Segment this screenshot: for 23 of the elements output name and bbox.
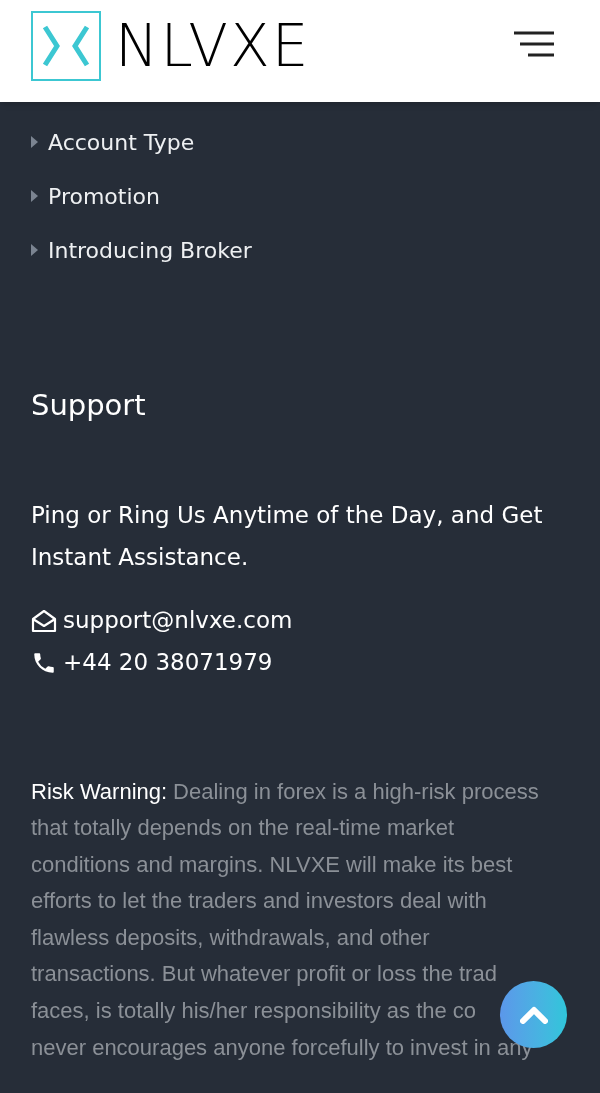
risk-warning-text: that totally depends on the real-time market (31, 814, 455, 843)
risk-warning-text: faces, is totally his/her responsibility as the co (31, 997, 477, 1026)
risk-warning-label: Risk Warning: (31, 777, 168, 806)
footer-link[interactable]: Promotion (48, 179, 160, 213)
menu-icon[interactable] (514, 31, 556, 57)
caret-icon (31, 190, 38, 202)
risk-warning-text: conditions and margins. NLVXE will make its best (31, 850, 513, 879)
chevron-up-icon (519, 1005, 548, 1024)
envelope-icon (31, 608, 57, 633)
risk-warning-text: transactions. But whatever profit or loss the trad (31, 960, 497, 989)
email-link[interactable]: support@nlvxe.com (63, 603, 293, 638)
section-title: Support (31, 387, 147, 424)
footer-link[interactable]: Introducing Broker (48, 233, 252, 267)
risk-warning-text: efforts to let the traders and investors deal with (31, 887, 487, 916)
phone-link[interactable]: +44 20 38071979 (63, 645, 273, 680)
risk-warning-text: flawless deposits, withdrawals, and other (31, 923, 430, 952)
logo-wordmark[interactable]: NLVXE (115, 17, 311, 75)
caret-icon (31, 244, 38, 256)
risk-warning-text: Dealing in forex is a high-risk process (173, 777, 539, 806)
footer-link[interactable]: Account Type (48, 125, 195, 159)
caret-icon (31, 136, 38, 148)
support-tagline: Ping or Ring Us Anytime of the Day, and Get Instant Assistance. (31, 500, 544, 572)
logo-icon (31, 11, 101, 81)
